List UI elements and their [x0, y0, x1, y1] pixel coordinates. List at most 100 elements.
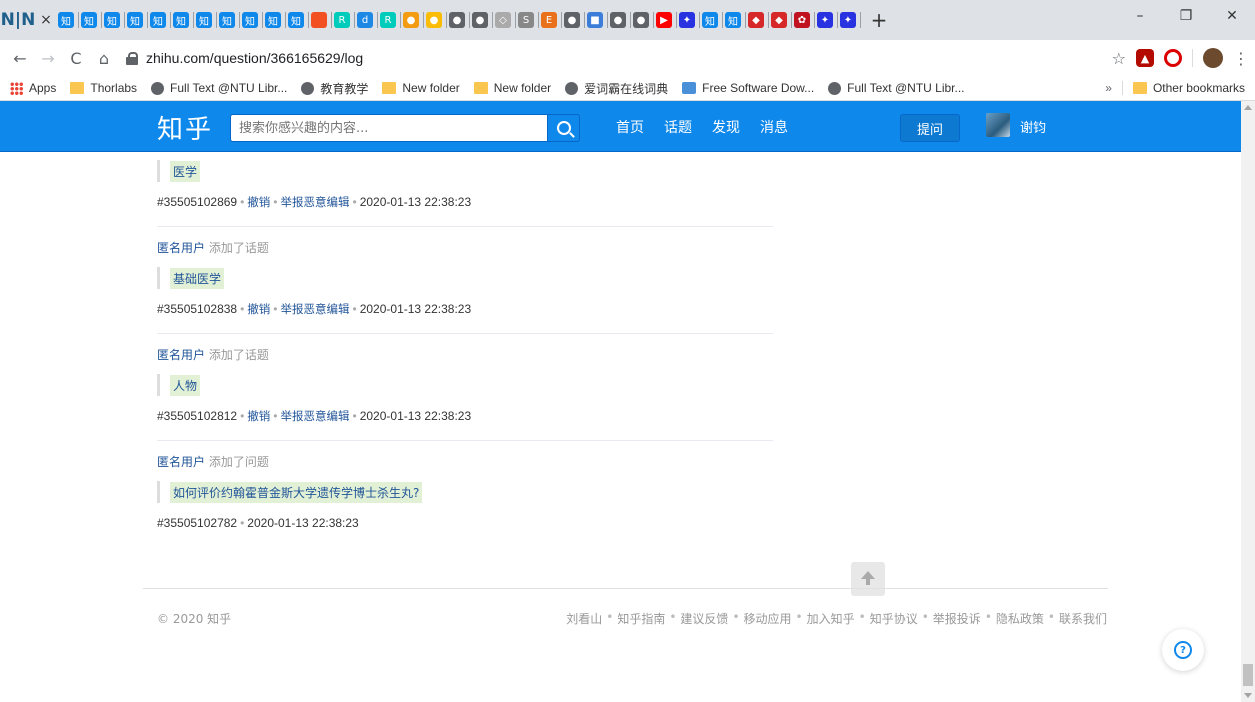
globe-tab-icon[interactable]: ●: [472, 12, 488, 28]
orange-tab-icon[interactable]: ●: [403, 12, 419, 28]
bookmark-item[interactable]: New folder: [473, 81, 551, 95]
zhihu-tab-icon[interactable]: 知: [702, 12, 718, 28]
zhihu-tab-icon[interactable]: 知: [196, 12, 212, 28]
researchgate-tab-icon[interactable]: R: [334, 12, 350, 28]
zhihu-tab-icon[interactable]: 知: [242, 12, 258, 28]
search-button[interactable]: [548, 114, 580, 142]
forward-button[interactable]: →: [34, 49, 62, 68]
red-tab-icon[interactable]: ◆: [771, 12, 787, 28]
back-button[interactable]: ←: [6, 49, 34, 68]
youtube-tab-icon[interactable]: ▶: [656, 12, 672, 28]
home-button[interactable]: ⌂: [90, 49, 118, 68]
url-field[interactable]: zhihu.com/question/366165629/log: [146, 50, 363, 66]
bookmark-item[interactable]: Full Text @NTU Libr...: [151, 81, 287, 95]
chrome-like-tab-icon[interactable]: ●: [426, 12, 442, 28]
microsoft-tab-icon[interactable]: [311, 12, 327, 28]
zhihu-tab-icon[interactable]: 知: [288, 12, 304, 28]
footer-link[interactable]: 建议反馈: [680, 610, 728, 627]
footer-link[interactable]: 加入知乎: [807, 610, 855, 627]
lock-icon[interactable]: [126, 52, 138, 65]
scroll-down-icon[interactable]: [1244, 693, 1252, 698]
zhihu-tab-icon[interactable]: 知: [173, 12, 189, 28]
bookmark-star-icon[interactable]: ☆: [1112, 49, 1126, 68]
bookmark-item[interactable]: Free Software Dow...: [682, 81, 814, 95]
baidu-tab-icon[interactable]: ✦: [840, 12, 856, 28]
minimize-button[interactable]: –: [1117, 0, 1163, 32]
help-button[interactable]: ?: [1162, 629, 1204, 671]
s-tab-icon[interactable]: S: [518, 12, 534, 28]
globe-tab-icon[interactable]: ●: [610, 12, 626, 28]
pdf-extension-icon[interactable]: ▲: [1136, 49, 1154, 67]
actor-link[interactable]: 匿名用户: [157, 348, 205, 362]
other-bookmarks-button[interactable]: Other bookmarks: [1153, 81, 1245, 95]
menu-icon[interactable]: ⋮: [1233, 49, 1249, 68]
opera-extension-icon[interactable]: [1164, 49, 1182, 67]
globe-tab-icon[interactable]: ●: [633, 12, 649, 28]
search-input[interactable]: [231, 115, 547, 141]
topic-link[interactable]: 基础医学: [170, 267, 225, 289]
red2-tab-icon[interactable]: ✿: [794, 12, 810, 28]
scroll-up-icon[interactable]: [1244, 105, 1252, 110]
nav-topics[interactable]: 话题: [664, 117, 692, 137]
researchgate-tab-icon[interactable]: R: [380, 12, 396, 28]
footer-link[interactable]: 知乎指南: [617, 610, 665, 627]
zhihu-tab-icon[interactable]: 知: [219, 12, 235, 28]
actor-link[interactable]: 匿名用户: [157, 241, 205, 255]
topic-link[interactable]: 医学: [170, 160, 201, 182]
zhihu-tab-icon[interactable]: 知: [104, 12, 120, 28]
img-tab-icon[interactable]: ■: [587, 12, 603, 28]
report-edit-link[interactable]: 举报恶意编辑: [281, 409, 350, 423]
footer-link[interactable]: 联系我们: [1059, 610, 1107, 627]
page-scrollbar[interactable]: [1241, 101, 1255, 702]
nav-messages[interactable]: 消息: [760, 117, 788, 137]
bookmark-item[interactable]: Apps: [10, 81, 56, 95]
share-tab-icon[interactable]: ◇: [495, 12, 511, 28]
reload-button[interactable]: C: [62, 49, 90, 68]
question-title-link[interactable]: 如何评价约翰霍普金斯大学遗传学博士杀生丸?: [170, 481, 423, 503]
zhihu-logo[interactable]: 知乎: [157, 109, 213, 146]
zhihu-tab-icon[interactable]: 知: [265, 12, 281, 28]
nav-home[interactable]: 首页: [616, 117, 644, 137]
back-to-top-button[interactable]: [851, 562, 885, 596]
globe-tab-icon[interactable]: ●: [564, 12, 580, 28]
footer-link[interactable]: 刘看山: [566, 610, 602, 627]
avatar[interactable]: [986, 113, 1010, 137]
bookmarks-overflow-icon[interactable]: »: [1105, 81, 1112, 95]
username[interactable]: 谢钧: [1020, 117, 1046, 136]
zhihu-tab-icon[interactable]: 知: [725, 12, 741, 28]
report-edit-link[interactable]: 举报恶意编辑: [281, 195, 350, 209]
scroll-thumb[interactable]: [1243, 664, 1253, 686]
baidu-tab-icon[interactable]: ✦: [817, 12, 833, 28]
undo-link[interactable]: 撤销: [247, 409, 270, 423]
globe-tab-icon[interactable]: ●: [449, 12, 465, 28]
profile-avatar[interactable]: [1203, 48, 1223, 68]
undo-link[interactable]: 撤销: [247, 195, 270, 209]
bookmark-item[interactable]: 爱词霸在线词典: [565, 80, 668, 97]
footer-link[interactable]: 知乎协议: [870, 610, 918, 627]
close-tab-icon[interactable]: ×: [36, 10, 56, 30]
zhihu-tab-icon[interactable]: 知: [58, 12, 74, 28]
restore-button[interactable]: ❐: [1163, 0, 1209, 32]
bookmark-item[interactable]: New folder: [382, 81, 460, 95]
zhihu-tab-icon[interactable]: 知: [150, 12, 166, 28]
actor-link[interactable]: 匿名用户: [157, 455, 205, 469]
footer-link[interactable]: 隐私政策: [996, 610, 1044, 627]
zhihu-tab-icon[interactable]: 知: [127, 12, 143, 28]
close-window-button[interactable]: ✕: [1209, 0, 1255, 32]
elsevier-tab-icon[interactable]: E: [541, 12, 557, 28]
new-tab-button[interactable]: +: [865, 8, 893, 32]
footer-link[interactable]: 移动应用: [744, 610, 792, 627]
active-tab-favicon[interactable]: N|N: [0, 6, 36, 34]
bookmark-item[interactable]: 教育教学: [301, 80, 368, 97]
bookmark-item[interactable]: Thorlabs: [70, 81, 137, 95]
nav-explore[interactable]: 发现: [712, 117, 740, 137]
zhihu-tab-icon[interactable]: 知: [81, 12, 97, 28]
red-tab-icon[interactable]: ◆: [748, 12, 764, 28]
ask-button[interactable]: 提问: [900, 114, 960, 142]
undo-link[interactable]: 撤销: [247, 302, 270, 316]
baidu-tab-icon[interactable]: ✦: [679, 12, 695, 28]
bookmark-item[interactable]: Full Text @NTU Libr...: [828, 81, 965, 95]
topic-link[interactable]: 人物: [170, 374, 201, 396]
footer-link[interactable]: 举报投诉: [933, 610, 981, 627]
dict-tab-icon[interactable]: d: [357, 12, 373, 28]
